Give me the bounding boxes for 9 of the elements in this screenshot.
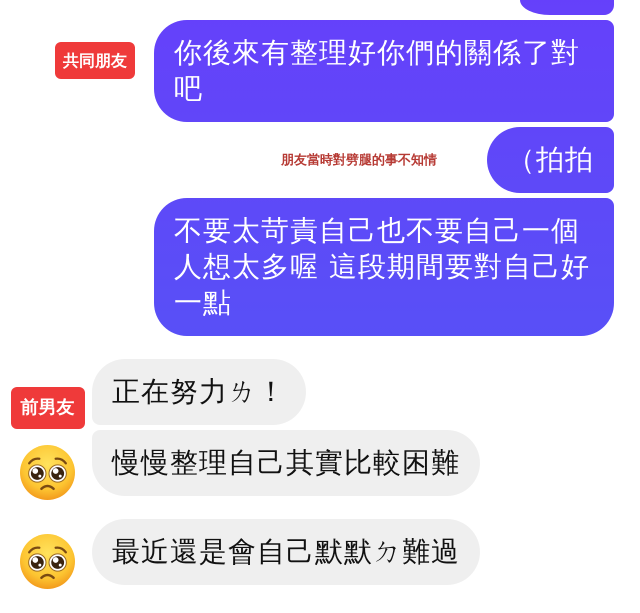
message-bubble: 最近還是會自己默默ㄉ難過 <box>92 519 480 585</box>
message-bubble: 你後來有整理好你們的關係了對吧 <box>154 20 614 122</box>
message-bubble: 慢慢整理自己其實比較困難 <box>92 430 480 496</box>
message-bubble: 不要太苛責自己也不要自己一個人想太多喔 這段期間要對自己好一點 <box>154 198 614 336</box>
annotation-text: 朋友當時對劈腿的事不知情 <box>281 152 437 169</box>
message-bubble: （拍拍 <box>487 127 614 193</box>
message-bubble: 正在努力ㄌ！ <box>92 359 306 425</box>
name-tag: 前男友 <box>10 387 84 429</box>
name-tag: 共同朋友 <box>55 42 135 79</box>
